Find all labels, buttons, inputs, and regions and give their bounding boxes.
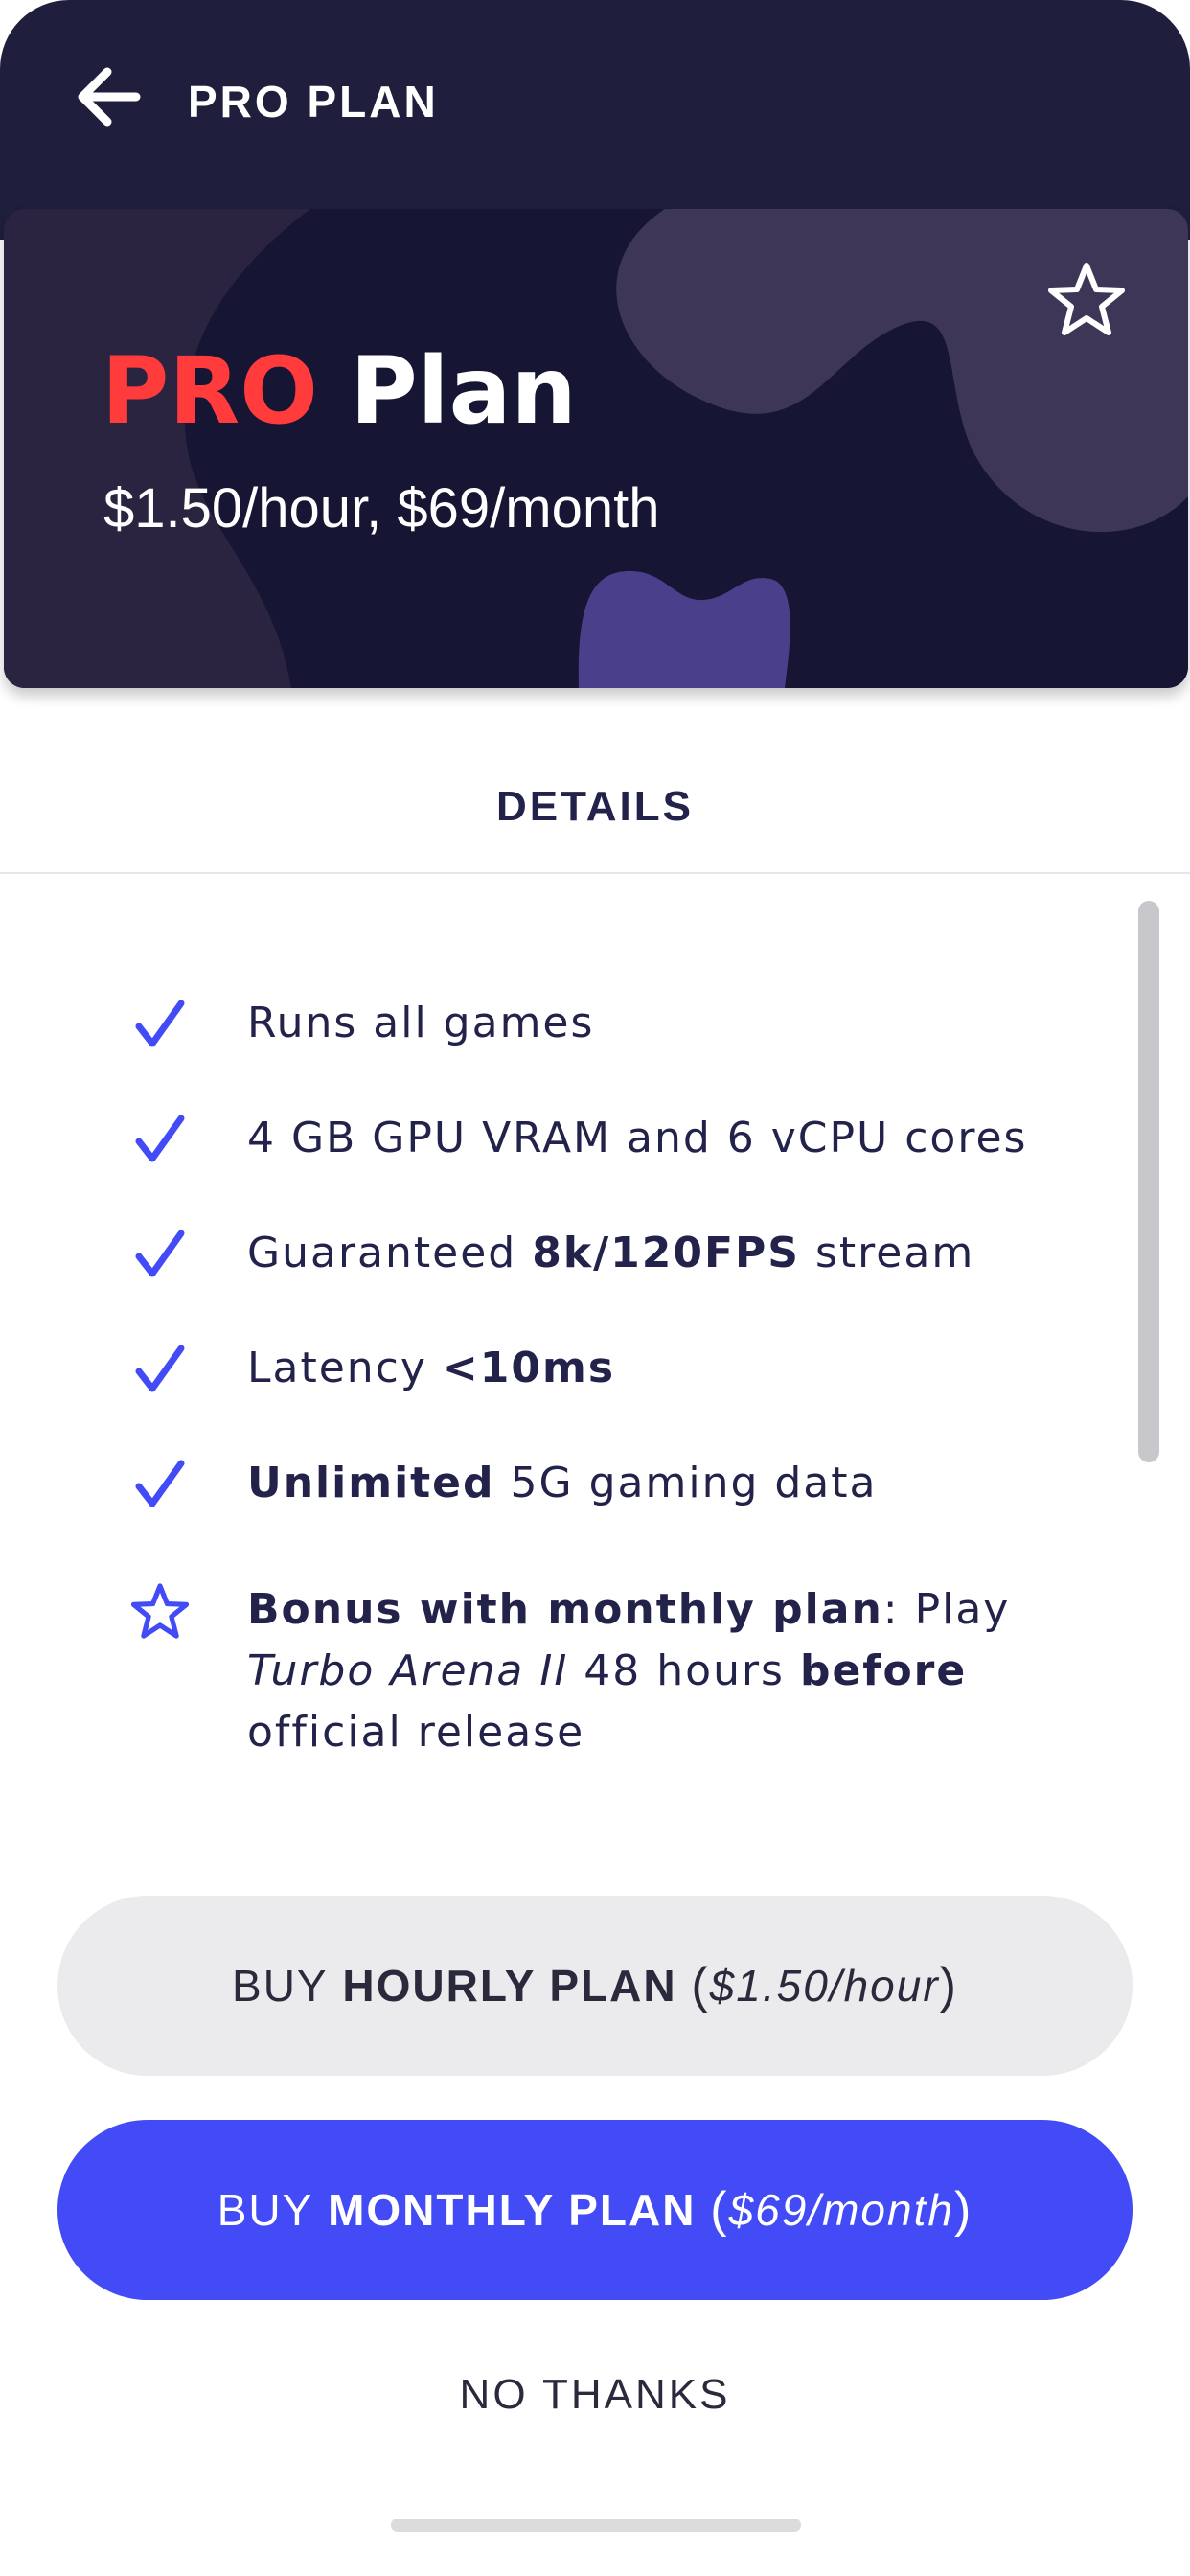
feature-text: Unlimited 5G gaming data xyxy=(247,1453,1071,1514)
plan-screen: PRO PLAN PRO Plan $1.50/hour, $69/month … xyxy=(0,0,1190,2576)
top-bar: PRO PLAN xyxy=(0,0,1190,240)
back-button[interactable] xyxy=(67,58,149,140)
feature-text-part: 8k/120FPS xyxy=(532,1229,800,1277)
feature-text-part: Turbo Arena II xyxy=(247,1646,569,1695)
feature-text-part: stream xyxy=(800,1229,975,1277)
check-icon xyxy=(128,1338,192,1401)
feature-text-part: official release xyxy=(247,1708,585,1757)
feature-text-part: before xyxy=(799,1646,968,1695)
plan-hero-card: PRO Plan $1.50/hour, $69/month xyxy=(4,209,1188,688)
plan-name: MONTHLY PLAN xyxy=(328,2185,697,2235)
buy-prefix: BUY xyxy=(217,2185,314,2235)
feature-text: Runs all games xyxy=(247,993,1071,1054)
arrow-left-icon xyxy=(75,66,142,131)
plan-price: $1.50/hour, $69/month xyxy=(103,477,660,540)
page-title: PRO PLAN xyxy=(188,77,439,126)
check-icon xyxy=(128,993,192,1056)
buy-prefix: BUY xyxy=(232,1961,329,2011)
no-thanks-button[interactable]: NO THANKS xyxy=(0,2365,1190,2425)
feature-text-part: Unlimited xyxy=(247,1459,495,1507)
star-outline-icon xyxy=(128,1579,192,1643)
check-icon xyxy=(128,1108,192,1171)
plan-price: $1.50/hour xyxy=(709,1961,940,2011)
plan-title-accent: PRO xyxy=(102,337,318,445)
tab-details[interactable]: DETAILS xyxy=(0,778,1190,836)
check-icon xyxy=(128,1223,192,1286)
feature-text-part: <10ms xyxy=(442,1344,616,1392)
plan-title: PRO Plan xyxy=(102,334,577,448)
feature-text-part: : Play xyxy=(882,1585,1011,1634)
plan-name: HOURLY PLAN xyxy=(342,1961,677,2011)
feature-text-part: Runs all games xyxy=(247,999,595,1047)
feature-text: Guaranteed 8k/120FPS stream xyxy=(247,1223,1071,1284)
feature-text-part: Bonus with monthly plan xyxy=(247,1585,883,1634)
star-outline-icon xyxy=(1045,260,1128,342)
feature-text: Bonus with monthly plan: Play Turbo Aren… xyxy=(247,1579,1071,1763)
feature-text-part: Latency xyxy=(247,1344,443,1392)
feature-text-part: Guaranteed xyxy=(247,1229,533,1277)
divider xyxy=(0,872,1190,874)
plan-price: $69/month xyxy=(728,2185,954,2235)
hero-background-art xyxy=(4,209,1188,688)
buy-monthly-plan-button[interactable]: BUY MONTHLY PLAN ($69/month) xyxy=(57,2120,1133,2300)
feature-text: 4 GB GPU VRAM and 6 vCPU cores xyxy=(247,1108,1071,1169)
feature-text-part: 5G gaming data xyxy=(494,1459,878,1507)
buy-hourly-plan-button[interactable]: BUY HOURLY PLAN ($1.50/hour) xyxy=(57,1896,1133,2076)
plan-title-rest: Plan xyxy=(350,337,577,445)
check-icon xyxy=(128,1453,192,1516)
feature-text: Latency <10ms xyxy=(247,1338,1071,1399)
feature-text-part: 48 hours xyxy=(568,1646,800,1695)
scrollbar[interactable] xyxy=(1138,901,1159,1462)
feature-text-part: 4 GB GPU VRAM and 6 vCPU cores xyxy=(247,1114,1028,1162)
home-indicator xyxy=(391,2518,801,2532)
favorite-button[interactable] xyxy=(1041,255,1133,347)
